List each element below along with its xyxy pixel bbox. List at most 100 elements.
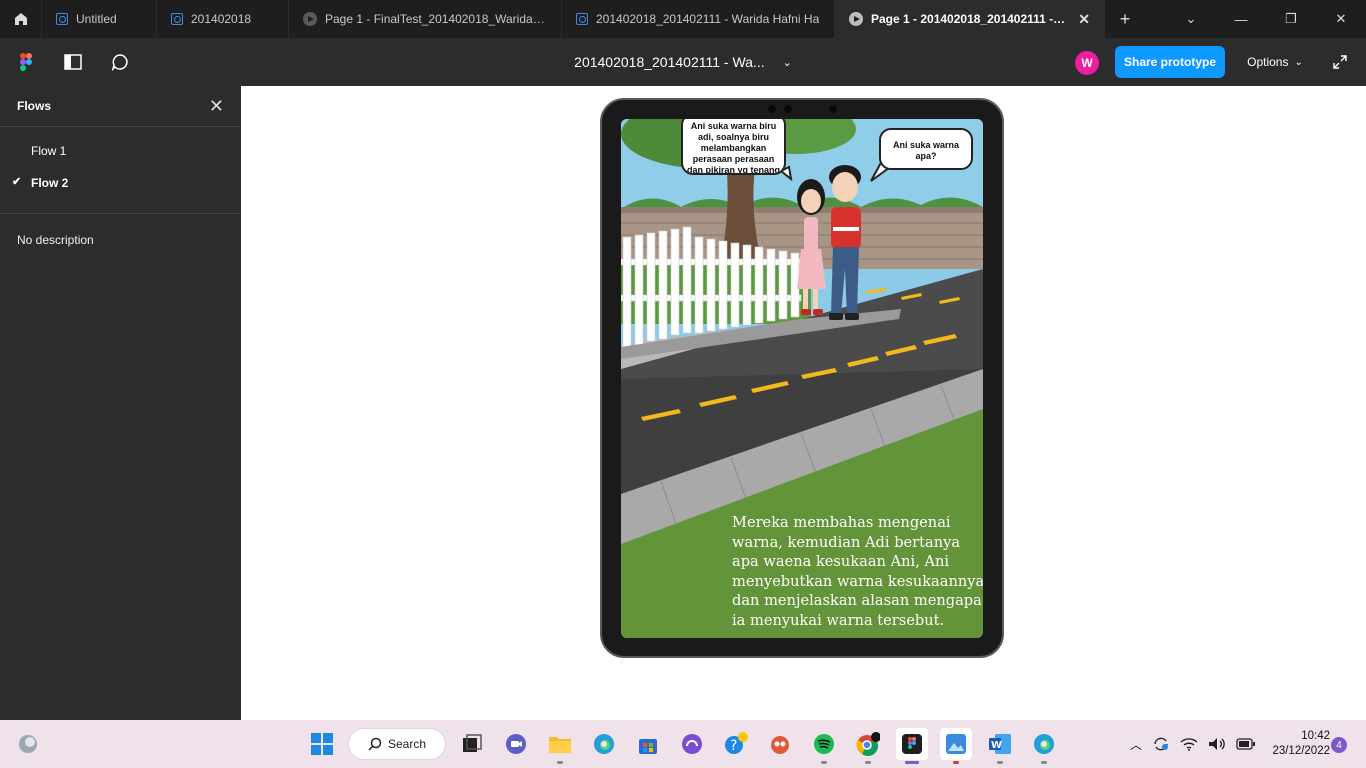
sidebar-panel-icon	[64, 54, 82, 70]
svg-text:?: ?	[730, 738, 737, 754]
photos-button[interactable]	[940, 728, 972, 764]
tab-untitled[interactable]: Untitled	[42, 0, 157, 38]
close-window-icon[interactable]: ✕	[1316, 0, 1366, 38]
chevron-down-icon: ⌄	[1294, 56, 1303, 68]
running-indicator	[1041, 761, 1047, 764]
running-indicator	[997, 761, 1003, 764]
running-indicator	[953, 761, 959, 764]
spotify-icon	[814, 734, 834, 754]
taskbar-search[interactable]: Search	[349, 729, 445, 759]
prototype-play-icon	[849, 12, 863, 26]
figma-file-icon	[171, 13, 183, 25]
flow-item-1[interactable]: Flow 1	[0, 135, 241, 167]
expand-icon	[1333, 55, 1347, 69]
clock-date: 23/12/2022	[1272, 745, 1330, 757]
camera-dot	[784, 105, 792, 113]
start-button[interactable]	[306, 728, 338, 760]
store-bag-icon	[639, 739, 657, 754]
prototype-slide[interactable]: Ani suka warna biru adi, soalnya biru me…	[621, 119, 983, 638]
chrome-button[interactable]	[852, 728, 884, 764]
new-tab-button[interactable]: +	[1105, 0, 1145, 38]
wifi-icon[interactable]	[1180, 737, 1198, 751]
avatar[interactable]: W	[1075, 51, 1099, 75]
speaker-icon[interactable]	[1208, 737, 1226, 751]
clock-time: 10:42	[1301, 730, 1330, 742]
flows-list: Flow 1 ✔ Flow 2	[0, 127, 241, 214]
figma-file-icon	[576, 13, 588, 25]
document-title-text[interactable]: 201402018_201402111 - Wa...	[574, 54, 764, 70]
share-prototype-button[interactable]: Share prototype	[1115, 46, 1225, 78]
spotify-button[interactable]	[808, 728, 840, 764]
checkmark-icon: ✔	[12, 176, 22, 188]
toggle-sidebar-button[interactable]	[53, 38, 93, 86]
camera-dot	[768, 105, 776, 113]
weather-widget-icon	[19, 735, 37, 753]
close-icon[interactable]: ✕	[209, 96, 224, 117]
prototype-canvas: Ani suka warna biru adi, soalnya biru me…	[241, 86, 1366, 720]
notification-badge[interactable]: 4	[1331, 737, 1347, 753]
tab-finaltest-prototype[interactable]: Page 1 - FinalTest_201402018_Warida Ha..…	[289, 0, 562, 38]
prototype-toolbar: 201402018_201402111 - Wa... ⌄ W Share pr…	[0, 38, 1366, 86]
speech-bubble-ani: Ani suka warna biru adi, soalnya biru me…	[681, 119, 786, 175]
store-button[interactable]	[632, 728, 664, 760]
windows-logo-icon	[311, 733, 333, 755]
flow-label: Flow 1	[31, 144, 67, 158]
headset-icon	[682, 734, 702, 754]
tab-label: 201402018_201402111 - Warida Hafni Ha	[596, 12, 820, 26]
headset-app-button[interactable]	[676, 728, 708, 760]
flow-item-2[interactable]: ✔ Flow 2	[0, 167, 241, 199]
comment-bubble-icon	[111, 54, 128, 71]
video-chat-icon	[506, 734, 526, 754]
battery-icon[interactable]	[1236, 738, 1256, 750]
minimize-icon[interactable]: —	[1216, 0, 1266, 38]
word-button[interactable]: W	[984, 728, 1016, 764]
tab-label: Page 1 - 201402018_201402111 - Warid	[871, 12, 1066, 26]
figma-taskbar-button[interactable]	[896, 728, 928, 764]
window-controls: ⌄ — ❐ ✕	[1166, 0, 1366, 38]
tab-201402018[interactable]: 201402018	[157, 0, 289, 38]
help-app-button[interactable]: ?	[720, 728, 752, 760]
edge-button[interactable]	[588, 728, 620, 760]
teams-chat-button[interactable]	[500, 728, 532, 760]
file-explorer-button[interactable]	[544, 728, 576, 764]
chevron-up-icon[interactable]: ︿	[1130, 736, 1142, 753]
home-button[interactable]	[0, 0, 42, 38]
tab-design-file[interactable]: 201402018_201402111 - Warida Hafni Ha	[562, 0, 835, 38]
widgets-button[interactable]	[12, 728, 44, 760]
edge-browser-icon	[594, 734, 614, 754]
tab-active-prototype[interactable]: Page 1 - 201402018_201402111 - Warid ✕	[835, 0, 1105, 38]
close-tab-icon[interactable]: ✕	[1078, 11, 1090, 28]
svg-text:W: W	[991, 740, 1002, 751]
flow-description: No description	[17, 233, 94, 247]
home-icon	[14, 13, 27, 25]
task-view-icon	[463, 734, 482, 752]
edge-profile-button[interactable]	[1028, 728, 1060, 764]
figma-menu-button[interactable]	[6, 38, 46, 86]
comments-button[interactable]	[100, 38, 140, 86]
task-view-button[interactable]	[456, 728, 488, 760]
tab-label: 201402018	[191, 12, 252, 26]
windows-taskbar: Search ? W ︿ 10:42 23/12/2022 4	[0, 720, 1366, 768]
help-question-icon: ?	[725, 732, 748, 754]
options-label: Options	[1247, 55, 1289, 69]
options-button[interactable]: Options ⌄	[1240, 46, 1310, 78]
running-indicator	[821, 761, 827, 764]
search-icon	[368, 737, 382, 751]
chevron-down-icon[interactable]: ⌄	[783, 56, 792, 69]
edge-browser-icon	[1034, 734, 1054, 754]
game-app-button[interactable]	[764, 728, 796, 760]
tabs-dropdown-icon[interactable]: ⌄	[1166, 0, 1216, 38]
flow-label: Flow 2	[31, 176, 69, 190]
tab-label: Page 1 - FinalTest_201402018_Warida Ha..…	[325, 12, 547, 26]
word-icon: W	[989, 734, 1011, 754]
sync-icon[interactable]	[1152, 736, 1170, 752]
camera-dot	[829, 105, 837, 113]
active-indicator	[905, 761, 919, 764]
flows-header: Flows ✕	[0, 86, 241, 127]
fullscreen-button[interactable]	[1326, 50, 1354, 74]
story-caption: Mereka membahas mengenai warna, kemudian…	[732, 514, 983, 629]
tab-label: Untitled	[76, 12, 117, 26]
restore-icon[interactable]: ❐	[1266, 0, 1316, 38]
figma-app-icon	[902, 734, 922, 754]
clock[interactable]: 10:42 23/12/2022	[1258, 729, 1330, 759]
